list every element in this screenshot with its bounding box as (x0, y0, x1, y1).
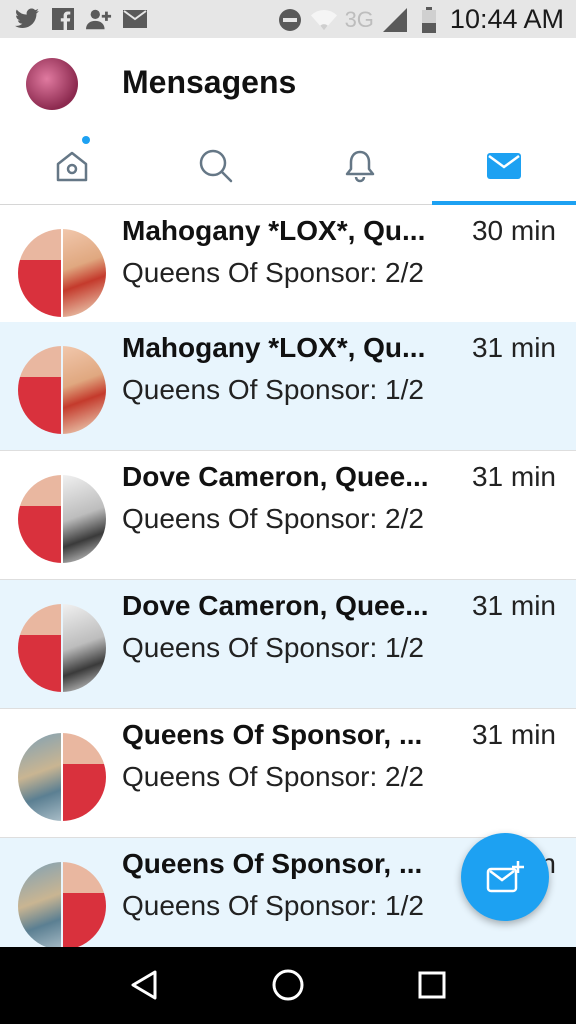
network-type: 3G (344, 6, 374, 32)
avatar-half (18, 733, 61, 821)
group-avatar (18, 604, 106, 692)
add-contact-icon (86, 6, 112, 32)
wifi-icon (310, 7, 337, 33)
conversation-time: 30 min (471, 215, 556, 246)
conversation-row[interactable]: Queens Of Sponsor, ... 31 min Queens Of … (0, 709, 576, 838)
conversation-row[interactable]: Dove Cameron, Quee... 31 min Queens Of S… (0, 580, 576, 709)
clock: 10:44 AM (449, 4, 564, 34)
avatar-half (18, 604, 61, 692)
home-icon (272, 969, 304, 1001)
status-bar: 3G 10:44 AM (0, 0, 576, 38)
conversation-time: 31 min (471, 332, 556, 363)
avatar-half (18, 229, 61, 317)
conversation-preview: Queens Of Sponsor: 2/2 (122, 761, 424, 792)
group-avatar (18, 229, 106, 317)
recents-icon (418, 971, 446, 999)
conversation-preview: Queens Of Sponsor: 1/2 (122, 632, 424, 663)
facebook-icon (50, 6, 76, 32)
conversation-time: 31 min (471, 719, 556, 750)
new-message-icon (486, 861, 524, 893)
avatar-half (63, 229, 106, 317)
conversation-row[interactable]: Mahogany *LOX*, Qu... 31 min Queens Of S… (0, 322, 576, 451)
conversation-time: 31 min (471, 461, 556, 492)
avatar-half (18, 475, 61, 563)
home-button[interactable] (268, 965, 308, 1005)
avatar-half (18, 346, 61, 434)
app-header: Mensagens (0, 38, 576, 128)
tab-messages[interactable] (432, 128, 576, 205)
home-notification-dot (82, 136, 90, 144)
group-avatar (18, 346, 106, 434)
conversation-preview: Queens Of Sponsor: 1/2 (122, 890, 424, 921)
battery-icon (416, 6, 442, 33)
conversation-row[interactable]: Mahogany *LOX*, Qu... 30 min Queens Of S… (0, 205, 576, 334)
mail-icon (122, 6, 148, 32)
conversation-title: Dove Cameron, Quee... (122, 590, 429, 621)
conversation-title: Mahogany *LOX*, Qu... (122, 332, 426, 363)
system-navigation-bar (0, 947, 576, 1024)
avatar-half (63, 604, 106, 692)
status-right-icons: 3G 10:44 AM (277, 4, 564, 35)
back-button[interactable] (124, 965, 164, 1005)
profile-avatar[interactable] (26, 58, 78, 110)
conversation-title: Mahogany *LOX*, Qu... (122, 215, 426, 246)
tab-search[interactable] (144, 128, 288, 204)
home-icon (56, 151, 88, 182)
avatar-half (63, 733, 106, 821)
conversation-preview: Queens Of Sponsor: 2/2 (122, 257, 424, 288)
tab-home[interactable] (0, 128, 144, 204)
tab-notifications[interactable] (288, 128, 432, 204)
signal-icon (382, 7, 408, 33)
avatar-half (63, 475, 106, 563)
avatar-half (18, 862, 61, 947)
group-avatar (18, 862, 106, 947)
conversation-preview: Queens Of Sponsor: 1/2 (122, 374, 424, 405)
status-left-icons (14, 6, 148, 32)
twitter-icon (14, 6, 40, 32)
new-message-button[interactable] (461, 833, 549, 921)
recents-button[interactable] (412, 965, 452, 1005)
conversation-row[interactable]: Dove Cameron, Quee... 31 min Queens Of S… (0, 451, 576, 580)
mail-icon (487, 153, 521, 179)
avatar-half (63, 862, 106, 947)
group-avatar (18, 733, 106, 821)
conversation-time: 31 min (471, 590, 556, 621)
tab-bar (0, 128, 576, 205)
conversation-title: Queens Of Sponsor, ... (122, 848, 423, 879)
bell-icon (345, 150, 375, 183)
conversation-preview: Queens Of Sponsor: 2/2 (122, 503, 424, 534)
do-not-disturb-icon (277, 7, 303, 33)
group-avatar (18, 475, 106, 563)
back-icon (131, 970, 157, 1000)
conversation-title: Queens Of Sponsor, ... (122, 719, 423, 750)
conversation-title: Dove Cameron, Quee... (122, 461, 429, 492)
search-icon (199, 149, 233, 183)
page-title: Mensagens (122, 64, 297, 100)
avatar-half (63, 346, 106, 434)
